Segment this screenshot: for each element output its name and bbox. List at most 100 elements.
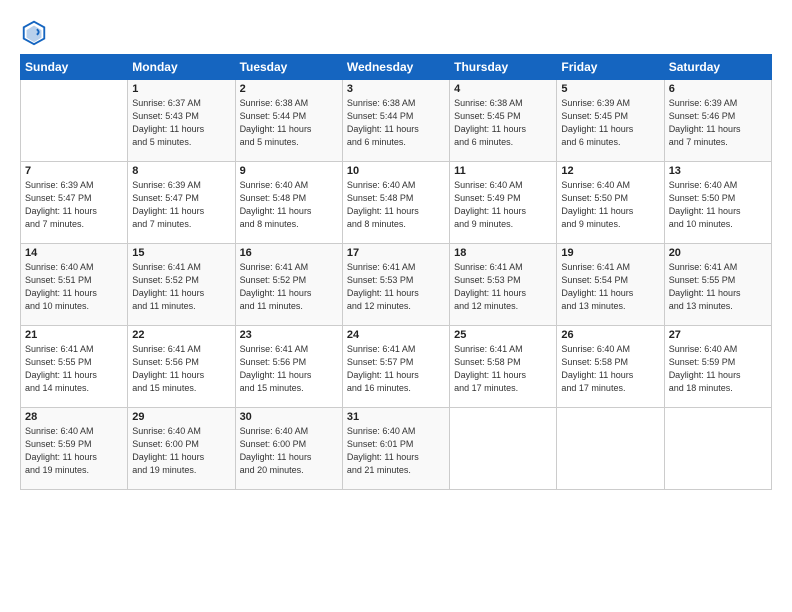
day-number: 4 xyxy=(454,83,552,95)
day-info: Sunrise: 6:39 AM Sunset: 5:45 PM Dayligh… xyxy=(561,97,659,149)
header-cell-thursday: Thursday xyxy=(450,55,557,80)
calendar-cell: 3Sunrise: 6:38 AM Sunset: 5:44 PM Daylig… xyxy=(342,80,449,162)
calendar-cell: 29Sunrise: 6:40 AM Sunset: 6:00 PM Dayli… xyxy=(128,408,235,490)
calendar-cell: 27 Sunrise: 6:40 AM Sunset: 5:59 PM Dayli… xyxy=(664,326,771,408)
day-info: Sunrise: 6:41 AM Sunset: 5:57 PM Dayligh… xyxy=(347,343,445,395)
day-info: Sunrise: 6:41 AM Sunset: 5:54 PM Dayligh… xyxy=(561,261,659,313)
day-number: 26 xyxy=(561,329,659,341)
day-number: 25 xyxy=(454,329,552,341)
calendar-cell xyxy=(21,80,128,162)
calendar-cell: 26 Sunrise: 6:40 AM Sunset: 5:58 PM Dayli… xyxy=(557,326,664,408)
header-cell-wednesday: Wednesday xyxy=(342,55,449,80)
calendar-cell: 7 Sunrise: 6:39 AM Sunset: 5:47 PM Daylig… xyxy=(21,162,128,244)
header-cell-monday: Monday xyxy=(128,55,235,80)
calendar-cell: 21Sunrise: 6:41 AM Sunset: 5:55 PM Dayli… xyxy=(21,326,128,408)
day-number: 1 xyxy=(132,83,230,95)
day-info: Sunrise: 6:41 AM Sunset: 5:53 PM Dayligh… xyxy=(454,261,552,313)
calendar-cell: 9 Sunrise: 6:40 AM Sunset: 5:48 PM Daylig… xyxy=(235,162,342,244)
day-info: Sunrise: 6:39 AM Sunset: 5:46 PM Dayligh… xyxy=(669,97,767,149)
week-row-1: 7 Sunrise: 6:39 AM Sunset: 5:47 PM Daylig… xyxy=(21,162,772,244)
day-info: Sunrise: 6:40 AM Sunset: 6:00 PM Dayligh… xyxy=(132,425,230,477)
day-number: 15 xyxy=(132,247,230,259)
day-info: Sunrise: 6:41 AM Sunset: 5:55 PM Dayligh… xyxy=(25,343,123,395)
week-row-0: 1Sunrise: 6:37 AM Sunset: 5:43 PM Daylig… xyxy=(21,80,772,162)
day-info: Sunrise: 6:40 AM Sunset: 5:59 PM Dayligh… xyxy=(25,425,123,477)
header-cell-saturday: Saturday xyxy=(664,55,771,80)
day-info: Sunrise: 6:40 AM Sunset: 5:50 PM Dayligh… xyxy=(561,179,659,231)
calendar-cell: 6 Sunrise: 6:39 AM Sunset: 5:46 PM Daylig… xyxy=(664,80,771,162)
day-number: 10 xyxy=(347,165,445,177)
day-number: 2 xyxy=(240,83,338,95)
calendar-cell: 11 Sunrise: 6:40 AM Sunset: 5:49 PM Dayli… xyxy=(450,162,557,244)
day-number: 11 xyxy=(454,165,552,177)
day-info: Sunrise: 6:39 AM Sunset: 5:47 PM Dayligh… xyxy=(25,179,123,231)
day-number: 16 xyxy=(240,247,338,259)
calendar-cell: 23 Sunrise: 6:41 AM Sunset: 5:56 PM Dayli… xyxy=(235,326,342,408)
calendar-cell: 15 Sunrise: 6:41 AM Sunset: 5:52 PM Dayli… xyxy=(128,244,235,326)
calendar-cell xyxy=(450,408,557,490)
calendar-cell: 2 Sunrise: 6:38 AM Sunset: 5:44 PM Daylig… xyxy=(235,80,342,162)
day-number: 31 xyxy=(347,411,445,423)
day-info: Sunrise: 6:40 AM Sunset: 5:49 PM Dayligh… xyxy=(454,179,552,231)
header-cell-tuesday: Tuesday xyxy=(235,55,342,80)
calendar-cell: 14Sunrise: 6:40 AM Sunset: 5:51 PM Dayli… xyxy=(21,244,128,326)
logo xyxy=(20,18,50,46)
header-row: SundayMondayTuesdayWednesdayThursdayFrid… xyxy=(21,55,772,80)
day-info: Sunrise: 6:41 AM Sunset: 5:58 PM Dayligh… xyxy=(454,343,552,395)
calendar-cell: 16 Sunrise: 6:41 AM Sunset: 5:52 PM Dayli… xyxy=(235,244,342,326)
day-number: 27 xyxy=(669,329,767,341)
day-number: 18 xyxy=(454,247,552,259)
day-info: Sunrise: 6:41 AM Sunset: 5:52 PM Dayligh… xyxy=(240,261,338,313)
day-info: Sunrise: 6:41 AM Sunset: 5:56 PM Dayligh… xyxy=(132,343,230,395)
day-info: Sunrise: 6:40 AM Sunset: 6:01 PM Dayligh… xyxy=(347,425,445,477)
calendar-cell xyxy=(664,408,771,490)
day-number: 7 xyxy=(25,165,123,177)
day-info: Sunrise: 6:40 AM Sunset: 5:48 PM Dayligh… xyxy=(347,179,445,231)
day-number: 28 xyxy=(25,411,123,423)
calendar-cell: 5 Sunrise: 6:39 AM Sunset: 5:45 PM Daylig… xyxy=(557,80,664,162)
week-row-4: 28 Sunrise: 6:40 AM Sunset: 5:59 PM Dayli… xyxy=(21,408,772,490)
day-info: Sunrise: 6:39 AM Sunset: 5:47 PM Dayligh… xyxy=(132,179,230,231)
calendar-cell: 19 Sunrise: 6:41 AM Sunset: 5:54 PM Dayli… xyxy=(557,244,664,326)
week-row-2: 14Sunrise: 6:40 AM Sunset: 5:51 PM Dayli… xyxy=(21,244,772,326)
day-number: 3 xyxy=(347,83,445,95)
day-number: 6 xyxy=(669,83,767,95)
day-number: 20 xyxy=(669,247,767,259)
day-info: Sunrise: 6:40 AM Sunset: 5:59 PM Dayligh… xyxy=(669,343,767,395)
header xyxy=(20,18,772,46)
day-number: 19 xyxy=(561,247,659,259)
calendar-cell xyxy=(557,408,664,490)
calendar-cell: 20 Sunrise: 6:41 AM Sunset: 5:55 PM Dayli… xyxy=(664,244,771,326)
day-number: 9 xyxy=(240,165,338,177)
day-info: Sunrise: 6:41 AM Sunset: 5:55 PM Dayligh… xyxy=(669,261,767,313)
day-info: Sunrise: 6:40 AM Sunset: 5:48 PM Dayligh… xyxy=(240,179,338,231)
day-number: 22 xyxy=(132,329,230,341)
day-info: Sunrise: 6:41 AM Sunset: 5:53 PM Dayligh… xyxy=(347,261,445,313)
day-info: Sunrise: 6:41 AM Sunset: 5:56 PM Dayligh… xyxy=(240,343,338,395)
day-number: 30 xyxy=(240,411,338,423)
calendar-cell: 24Sunrise: 6:41 AM Sunset: 5:57 PM Dayli… xyxy=(342,326,449,408)
calendar-cell: 8 Sunrise: 6:39 AM Sunset: 5:47 PM Daylig… xyxy=(128,162,235,244)
header-cell-sunday: Sunday xyxy=(21,55,128,80)
day-info: Sunrise: 6:38 AM Sunset: 5:44 PM Dayligh… xyxy=(240,97,338,149)
week-row-3: 21Sunrise: 6:41 AM Sunset: 5:55 PM Dayli… xyxy=(21,326,772,408)
calendar-cell: 22 Sunrise: 6:41 AM Sunset: 5:56 PM Dayli… xyxy=(128,326,235,408)
day-info: Sunrise: 6:40 AM Sunset: 5:50 PM Dayligh… xyxy=(669,179,767,231)
day-number: 13 xyxy=(669,165,767,177)
day-info: Sunrise: 6:41 AM Sunset: 5:52 PM Dayligh… xyxy=(132,261,230,313)
calendar-cell: 25 Sunrise: 6:41 AM Sunset: 5:58 PM Dayli… xyxy=(450,326,557,408)
day-info: Sunrise: 6:38 AM Sunset: 5:45 PM Dayligh… xyxy=(454,97,552,149)
day-number: 5 xyxy=(561,83,659,95)
calendar-cell: 17Sunrise: 6:41 AM Sunset: 5:53 PM Dayli… xyxy=(342,244,449,326)
day-number: 23 xyxy=(240,329,338,341)
calendar-cell: 18 Sunrise: 6:41 AM Sunset: 5:53 PM Dayli… xyxy=(450,244,557,326)
calendar-cell: 10 Sunrise: 6:40 AM Sunset: 5:48 PM Dayli… xyxy=(342,162,449,244)
day-number: 8 xyxy=(132,165,230,177)
calendar-cell: 1Sunrise: 6:37 AM Sunset: 5:43 PM Daylig… xyxy=(128,80,235,162)
day-number: 12 xyxy=(561,165,659,177)
day-info: Sunrise: 6:40 AM Sunset: 5:58 PM Dayligh… xyxy=(561,343,659,395)
calendar-page: SundayMondayTuesdayWednesdayThursdayFrid… xyxy=(0,0,792,612)
calendar-table: SundayMondayTuesdayWednesdayThursdayFrid… xyxy=(20,54,772,490)
calendar-cell: 30Sunrise: 6:40 AM Sunset: 6:00 PM Dayli… xyxy=(235,408,342,490)
calendar-cell: 13 Sunrise: 6:40 AM Sunset: 5:50 PM Dayli… xyxy=(664,162,771,244)
